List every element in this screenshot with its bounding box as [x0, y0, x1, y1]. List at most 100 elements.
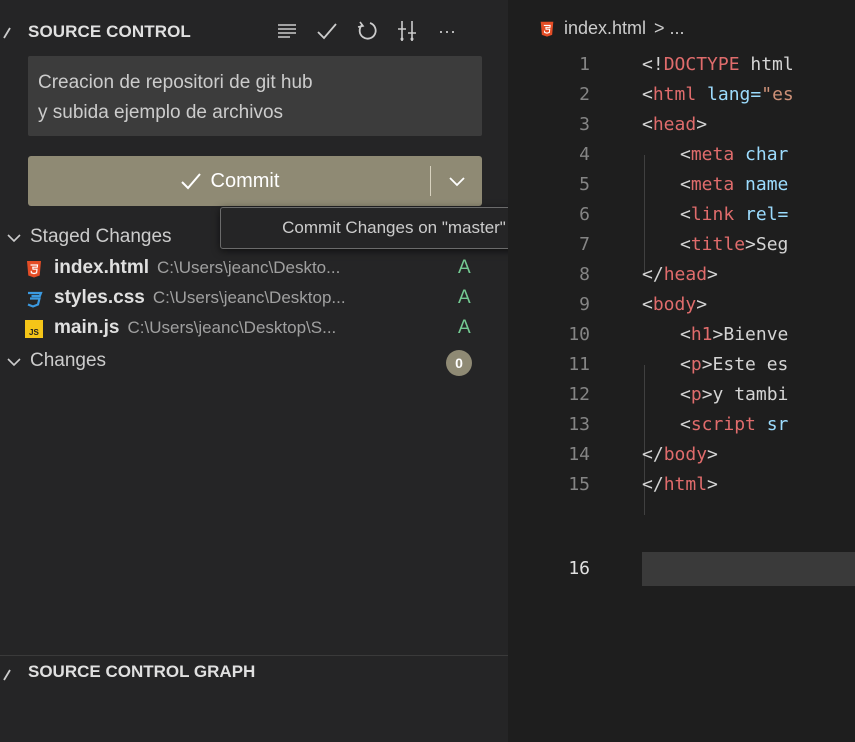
code-token: Bienve [723, 324, 789, 345]
code-token: head [652, 114, 697, 135]
file-item[interactable]: JS main.js C:\Users\jeanc\Desktop\S... A [0, 314, 508, 344]
added-status-badge: A [458, 317, 471, 338]
changes-group[interactable]: Changes 0 [0, 348, 508, 378]
file-path: C:\Users\jeanc\Desktop\S... [127, 318, 337, 337]
code-line[interactable]: 9 <body> [508, 290, 855, 320]
chevron-down-icon [7, 358, 21, 367]
commit-main-action[interactable]: Commit [28, 156, 430, 206]
code-token: body [663, 444, 708, 465]
code-line[interactable]: 2 <html lang="es [508, 80, 855, 110]
javascript-icon: JS [25, 320, 43, 338]
code-token: h1 [690, 324, 713, 345]
code-token: y tambi [712, 384, 789, 405]
line-number: 5 [579, 174, 590, 195]
added-status-badge: A [458, 287, 471, 308]
commit-button-label: Commit [210, 169, 280, 192]
code-line[interactable]: 15 </html> [508, 470, 855, 500]
code-line[interactable]: 16 [508, 554, 855, 584]
code-line[interactable]: 8 </head> [508, 260, 855, 290]
code-token: title [690, 234, 746, 255]
code-line[interactable]: 12 <p>y tambi [508, 380, 855, 410]
changes-count-badge: 0 [446, 350, 472, 376]
line-number: 7 [579, 234, 590, 255]
code-token: meta [690, 174, 735, 195]
code-token: html [739, 54, 794, 75]
line-number: 8 [579, 264, 590, 285]
chevron-down-icon [448, 177, 465, 187]
source-control-graph-title: SOURCE CONTROL GRAPH [28, 662, 256, 681]
code-line[interactable]: 13 <script sr [508, 410, 855, 440]
code-line[interactable]: 3 <head> [508, 110, 855, 140]
line-number: 9 [579, 294, 590, 315]
breadcrumb: index.html > ... [538, 18, 685, 39]
file-path: C:\Users\jeanc\Desktop... [152, 288, 346, 307]
more-actions-icon[interactable]: ··· [432, 16, 462, 46]
line-number: 13 [568, 414, 590, 435]
code-line[interactable]: 5 <meta name [508, 170, 855, 200]
line-number: 4 [579, 144, 590, 165]
code-token: DOCTYPE [663, 54, 740, 75]
code-line[interactable]: 1 <!DOCTYPE html [508, 50, 855, 80]
code-token: rel= [734, 204, 789, 225]
view-as-tree-icon[interactable] [272, 16, 302, 46]
line-number: 10 [568, 324, 590, 345]
commit-message-input[interactable]: Creacion de repositori de git hub y subi… [28, 56, 482, 136]
breadcrumb-file[interactable]: index.html [564, 18, 646, 39]
chevron-down-icon [7, 234, 21, 243]
code-token: p [690, 354, 702, 375]
line-number: 6 [579, 204, 590, 225]
file-path: C:\Users\jeanc\Deskto... [157, 258, 341, 277]
code-token: head [663, 264, 708, 285]
code-token: html [663, 474, 708, 495]
check-icon [180, 173, 201, 190]
file-item[interactable]: styles.css C:\Users\jeanc\Desktop... A [0, 284, 508, 314]
code-editor[interactable]: index.html > ... 1 <!DOCTYPE html 2 <html … [508, 0, 855, 742]
staged-changes-label: Staged Changes [30, 226, 172, 247]
breadcrumb-rest[interactable]: > ... [654, 18, 685, 39]
source-control-panel: SOURCE CONTROL ··· Creacion de repositor… [0, 0, 508, 742]
commit-button[interactable]: Commit [28, 156, 482, 206]
code-line[interactable]: 4 <meta char [508, 140, 855, 170]
line-number: 12 [568, 384, 590, 405]
code-token: "es [761, 84, 794, 105]
code-token: meta [690, 144, 735, 165]
code-line[interactable]: 6 <link rel= [508, 200, 855, 230]
commit-tooltip: Commit Changes on "master" [220, 207, 508, 249]
line-number: 1 [579, 54, 590, 75]
html5-icon [540, 21, 554, 37]
file-item[interactable]: index.html C:\Users\jeanc\Deskto... A [0, 254, 508, 284]
commit-message-text: Creacion de repositori de git hub y subi… [38, 72, 313, 123]
code-line[interactable]: 11 <p>Este es [508, 350, 855, 380]
line-number: 14 [568, 444, 590, 465]
code-line[interactable]: 14 </body> [508, 440, 855, 470]
code-token: Seg [755, 234, 789, 255]
file-name: styles.css C:\Users\jeanc\Desktop... [54, 287, 346, 308]
commit-check-icon[interactable] [312, 16, 342, 46]
line-number: 11 [568, 354, 590, 375]
source-control-header: SOURCE CONTROL ··· [0, 14, 508, 50]
source-control-graph-header[interactable]: SOURCE CONTROL GRAPH [0, 655, 508, 690]
changes-label: Changes [30, 350, 107, 371]
code-token: body [652, 294, 697, 315]
graph-filter-icon[interactable] [392, 16, 422, 46]
added-status-badge: A [458, 257, 471, 278]
code-token: p [690, 384, 702, 405]
code-token: <! [642, 54, 664, 75]
code-line[interactable]: 7 <title>Seg [508, 230, 855, 260]
code-token: char [734, 144, 789, 165]
code-token: html [652, 84, 697, 105]
commit-dropdown-button[interactable] [431, 156, 482, 206]
code-line[interactable]: 10 <h1>Bienve [508, 320, 855, 350]
code-token: lang= [696, 84, 762, 105]
source-control-title: SOURCE CONTROL [28, 22, 191, 41]
chevron-down-icon [3, 669, 11, 681]
chevron-down-icon[interactable] [2, 24, 16, 40]
code-token: < [642, 84, 653, 105]
code-token: name [734, 174, 789, 195]
file-name: index.html C:\Users\jeanc\Deskto... [54, 257, 341, 278]
line-number: 15 [568, 474, 590, 495]
line-number: 2 [579, 84, 590, 105]
code-token: Este es [712, 354, 789, 375]
html5-icon [27, 261, 41, 278]
refresh-icon[interactable] [352, 16, 382, 46]
